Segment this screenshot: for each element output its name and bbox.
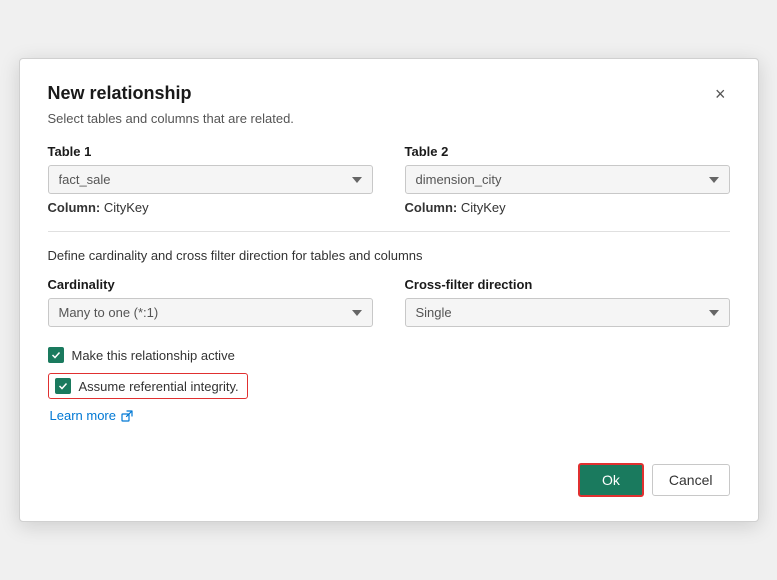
cardinality-group: Cardinality Many to one (*:1) One to one…: [48, 277, 373, 327]
cancel-button[interactable]: Cancel: [652, 464, 730, 496]
crossfilter-label: Cross-filter direction: [405, 277, 730, 292]
table1-group: Table 1 fact_sale Column: CityKey: [48, 144, 373, 215]
table2-column-info: Column: CityKey: [405, 200, 730, 215]
table2-select[interactable]: dimension_city: [405, 165, 730, 194]
table1-column-value: CityKey: [104, 200, 149, 215]
active-checkbox-label: Make this relationship active: [72, 348, 235, 363]
table1-column-info: Column: CityKey: [48, 200, 373, 215]
integrity-checkbox[interactable]: [55, 378, 71, 394]
cardinality-label: Cardinality: [48, 277, 373, 292]
active-checkbox-row: Make this relationship active: [48, 347, 730, 363]
table1-label: Table 1: [48, 144, 373, 159]
table2-column-value: CityKey: [461, 200, 506, 215]
dialog-header: New relationship ×: [48, 83, 730, 105]
table2-group: Table 2 dimension_city Column: CityKey: [405, 144, 730, 215]
tables-row: Table 1 fact_sale Column: CityKey Table …: [48, 144, 730, 215]
table2-label: Table 2: [405, 144, 730, 159]
cardinality-row: Cardinality Many to one (*:1) One to one…: [48, 277, 730, 327]
crossfilter-select[interactable]: Single Both: [405, 298, 730, 327]
table1-column-label: Column:: [48, 200, 101, 215]
learn-more-link[interactable]: Learn more: [50, 408, 134, 423]
section-divider: [48, 231, 730, 232]
ok-button[interactable]: Ok: [578, 463, 644, 497]
integrity-row: Assume referential integrity.: [48, 373, 730, 399]
section-description: Define cardinality and cross filter dire…: [48, 248, 730, 263]
new-relationship-dialog: New relationship × Select tables and col…: [19, 58, 759, 522]
table1-select[interactable]: fact_sale: [48, 165, 373, 194]
dialog-title: New relationship: [48, 83, 192, 104]
learn-more-label: Learn more: [50, 408, 116, 423]
active-checkbox[interactable]: [48, 347, 64, 363]
external-link-icon: [120, 409, 134, 423]
dialog-subtitle: Select tables and columns that are relat…: [48, 111, 730, 126]
cardinality-select[interactable]: Many to one (*:1) One to one (1:1) One t…: [48, 298, 373, 327]
dialog-footer: Ok Cancel: [48, 463, 730, 497]
table2-column-label: Column:: [405, 200, 458, 215]
crossfilter-group: Cross-filter direction Single Both: [405, 277, 730, 327]
integrity-container: Assume referential integrity.: [48, 373, 248, 399]
close-button[interactable]: ×: [711, 83, 730, 105]
integrity-checkbox-label: Assume referential integrity.: [79, 379, 239, 394]
